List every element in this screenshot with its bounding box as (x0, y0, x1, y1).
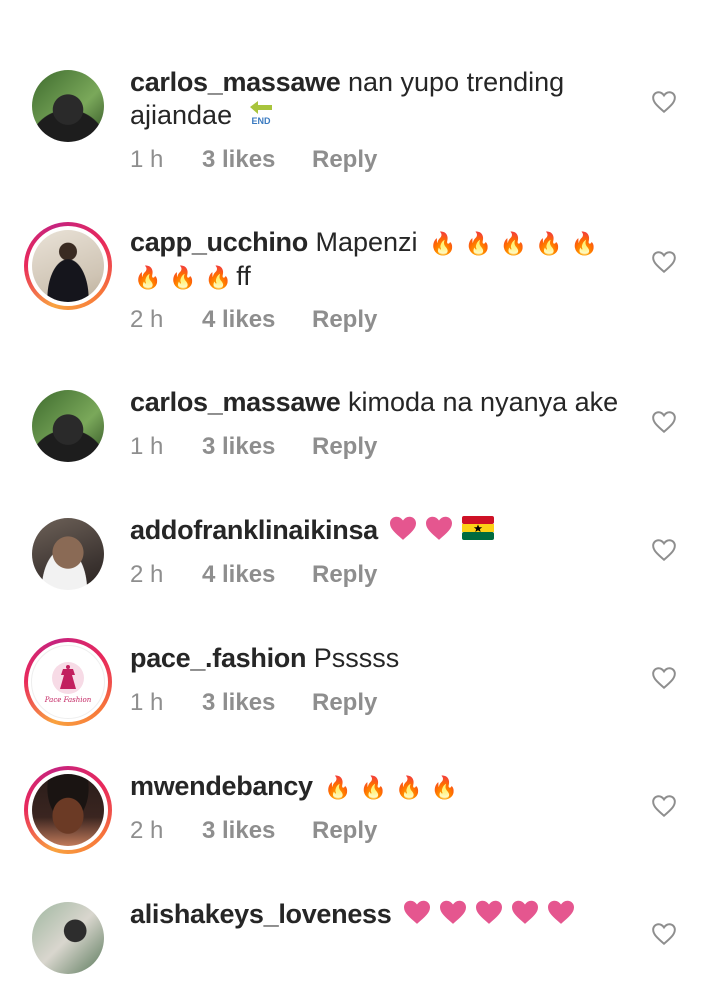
logo-text: Pace Fashion (44, 695, 92, 704)
comment-text: addofranklinaikinsa (130, 514, 630, 549)
heart-outline-icon[interactable] (651, 794, 677, 818)
pink-heart-emoji (546, 899, 576, 933)
fire-emoji: 🔥 (204, 265, 233, 290)
fire-emoji: 🔥 (169, 265, 197, 290)
fire-emoji: 🔥 (464, 231, 492, 256)
comment-body: kimoda na nyanya ake (347, 387, 619, 417)
reply-button[interactable]: Reply (312, 433, 377, 461)
heart-outline-icon[interactable] (651, 250, 677, 274)
reply-button[interactable]: Reply (312, 689, 377, 717)
comment-body: Psssss (313, 643, 400, 673)
reply-button[interactable]: Reply (312, 306, 377, 334)
comment-body-line2: ajiandae (130, 100, 233, 131)
fire-emoji: 🔥 (430, 775, 458, 800)
comment-likes[interactable]: 3 likes (202, 689, 312, 717)
fire-emoji: 🔥 (570, 231, 599, 256)
comment-likes[interactable]: 4 likes (202, 561, 312, 589)
fire-emoji: 🔥 (359, 775, 388, 800)
comment-body: nan yupo trending (347, 67, 565, 97)
pink-heart-emoji (388, 515, 418, 549)
comment-username[interactable]: carlos_massawe (130, 67, 341, 97)
fire-emoji: 🔥 (134, 265, 162, 290)
comment-time: 1 h (130, 689, 164, 716)
reply-button[interactable]: Reply (312, 817, 377, 845)
pink-heart-emoji (474, 899, 504, 933)
end-label: END (251, 116, 271, 126)
comment-likes[interactable]: 3 likes (202, 146, 312, 174)
avatar[interactable]: Pace Fashion (24, 638, 112, 726)
comment-time: 1 h (130, 146, 164, 173)
heart-outline-icon[interactable] (651, 538, 677, 562)
comment-username[interactable]: addofranklinaikinsa (130, 515, 378, 545)
avatar[interactable] (24, 766, 112, 854)
heart-outline-icon[interactable] (651, 90, 677, 114)
end-arrow-icon: END (248, 99, 274, 135)
reply-button[interactable]: Reply (312, 146, 377, 174)
comment-meta: 1 h 3 likes Reply (130, 433, 377, 461)
comment-meta: 1 h 3 likes Reply (130, 146, 377, 174)
comment-time: 1 h (130, 433, 164, 460)
ghana-flag-emoji (461, 515, 495, 549)
comment-meta: 2 h 3 likes Reply (130, 817, 377, 845)
fire-emoji: 🔥 (324, 775, 352, 800)
fire-emoji: 🔥 (395, 775, 423, 800)
avatar[interactable] (24, 510, 112, 598)
comment-likes[interactable]: 3 likes (202, 817, 312, 845)
comment-likes[interactable]: 4 likes (202, 306, 312, 334)
fire-emoji: 🔥 (429, 231, 457, 256)
comment-username[interactable]: pace_.fashion (130, 643, 306, 673)
comment-username[interactable]: carlos_massawe (130, 387, 341, 417)
comment-username[interactable]: alishakeys_loveness (130, 899, 392, 929)
fire-emoji: 🔥 (535, 231, 563, 256)
comment-likes[interactable]: 3 likes (202, 433, 312, 461)
comment-body: Mapenzi (315, 227, 418, 257)
comment-text: mwendebancy 🔥 🔥 🔥 🔥 (130, 770, 630, 804)
avatar[interactable] (24, 62, 112, 150)
avatar[interactable] (24, 222, 112, 310)
pink-heart-emoji (510, 899, 540, 933)
pink-heart-emoji (438, 899, 468, 933)
comment-meta: 2 h 4 likes Reply (130, 561, 377, 589)
comment-username[interactable]: capp_ucchino (130, 227, 308, 257)
heart-outline-icon[interactable] (651, 666, 677, 690)
comment-text: carlos_massawe kimoda na nyanya ake (130, 386, 630, 419)
comment-text: alishakeys_loveness (130, 898, 630, 933)
heart-outline-icon[interactable] (651, 410, 677, 434)
comment-time: 2 h (130, 561, 164, 588)
comment-text: capp_ucchino Mapenzi 🔥 🔥 🔥 🔥 🔥 🔥 🔥 🔥 ff (130, 226, 630, 294)
comment-username[interactable]: mwendebancy (130, 771, 313, 801)
heart-outline-icon[interactable] (651, 922, 677, 946)
avatar[interactable] (24, 894, 112, 982)
fire-emoji: 🔥 (499, 231, 528, 256)
pink-heart-emoji (424, 515, 454, 549)
comment-time: 2 h (130, 306, 164, 333)
avatar[interactable] (24, 382, 112, 470)
pink-heart-emoji (402, 899, 432, 933)
comment-body-suffix: ff (236, 261, 251, 291)
comment-text: pace_.fashion Psssss (130, 642, 630, 675)
pace-fashion-logo: Pace Fashion (31, 645, 105, 719)
reply-button[interactable]: Reply (312, 561, 377, 589)
comment-meta: 1 h 3 likes Reply (130, 689, 377, 717)
comment-meta: 2 h 4 likes Reply (130, 306, 377, 334)
comment-time: 2 h (130, 817, 164, 844)
comment-text: carlos_massawe nan yupo trending ajianda… (130, 66, 630, 135)
